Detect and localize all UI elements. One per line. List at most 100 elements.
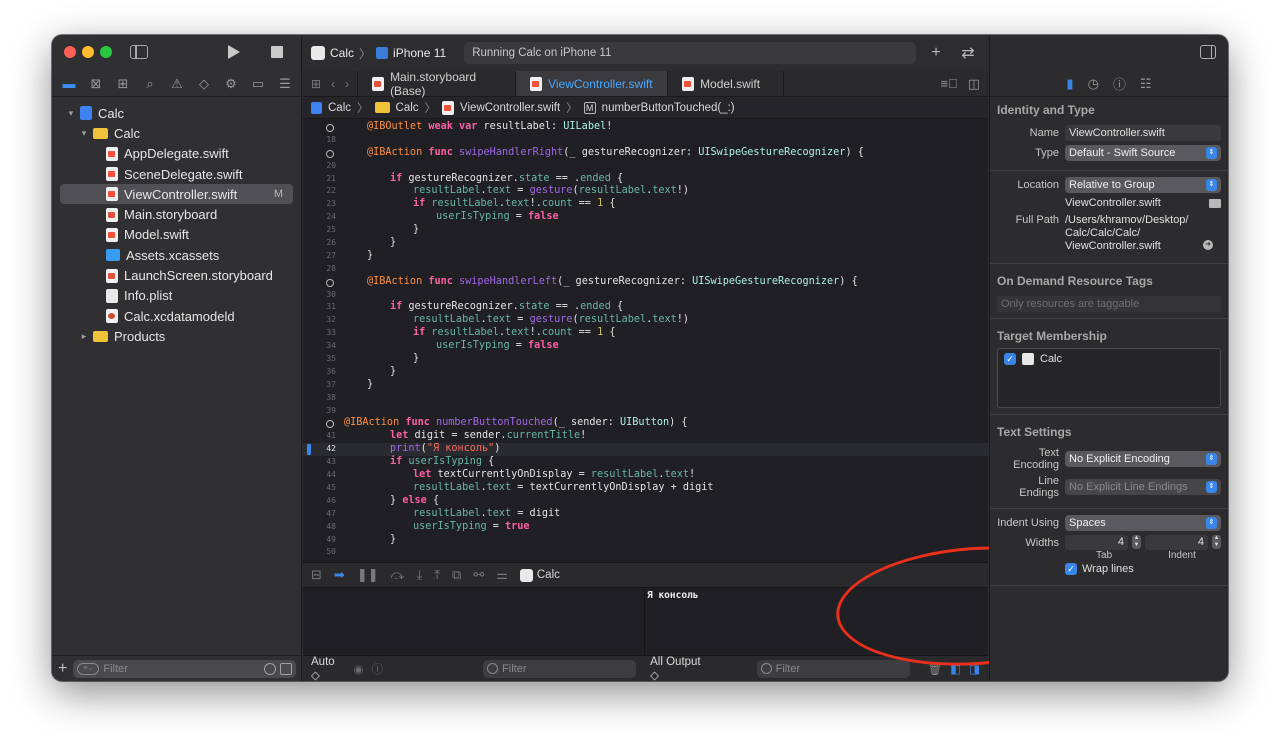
code-token: !. — [529, 198, 542, 210]
debug-navigator-icon[interactable]: ⚙ — [222, 75, 240, 93]
indent-width-field[interactable]: 4 — [1145, 535, 1208, 550]
related-items-icon[interactable]: ⊞ — [311, 77, 321, 91]
type-popup[interactable]: Default - Swift Source ⇕ — [1065, 145, 1221, 161]
connection-circle-icon[interactable] — [326, 278, 334, 287]
go-back-icon[interactable]: ‹ — [331, 77, 335, 91]
reveal-in-finder-icon[interactable]: ➜ — [1203, 240, 1213, 250]
pause-icon[interactable]: ❚❚ — [357, 567, 379, 583]
tree-item[interactable]: ▾ Calc — [52, 103, 301, 123]
connection-circle-icon[interactable] — [326, 420, 334, 429]
plist-icon — [106, 288, 118, 303]
find-navigator-icon[interactable]: ⌕ — [141, 75, 159, 93]
split-left-icon[interactable]: ◧ — [950, 662, 961, 676]
navigator-filter-field[interactable]: ≡⌄ Filter — [73, 659, 296, 678]
source-control-navigator-icon[interactable]: ⊠ — [87, 75, 105, 93]
inspector-toggle-icon[interactable] — [1200, 45, 1216, 59]
add-file-icon[interactable]: + — [58, 660, 67, 678]
checkmark-icon[interactable]: ✓ — [1004, 353, 1016, 365]
tree-item[interactable]: Main.storyboard — [52, 204, 301, 224]
tree-item[interactable]: Model.swift — [52, 225, 301, 245]
jumpbar-project[interactable]: Calc — [328, 102, 351, 114]
scheme-selector[interactable]: Calc 〉 iPhone 11 — [311, 45, 446, 62]
history-inspector-icon[interactable]: ◷ — [1088, 76, 1099, 92]
step-into-icon[interactable]: ⤓ — [417, 567, 423, 583]
memory-graph-icon[interactable]: ⚯ — [473, 567, 484, 583]
close-window-button[interactable] — [64, 46, 76, 58]
app-icon — [311, 46, 325, 60]
run-button[interactable] — [228, 45, 240, 59]
quick-help-icon[interactable]: ⓘ — [1113, 74, 1126, 93]
zoom-window-button[interactable] — [100, 46, 112, 58]
eye-icon[interactable]: ◉ — [354, 662, 364, 676]
line-endings-popup[interactable]: No Explicit Line Endings ⇕ — [1065, 479, 1221, 495]
report-navigator-icon[interactable]: ☰ — [276, 75, 294, 93]
minimize-window-button[interactable] — [82, 46, 94, 58]
tree-item[interactable]: ▾ Calc — [52, 123, 301, 143]
go-forward-icon[interactable]: › — [345, 77, 349, 91]
add-library-icon[interactable]: + — [924, 44, 948, 62]
encoding-popup[interactable]: No Explicit Encoding ⇕ — [1065, 451, 1221, 467]
tab-width-field[interactable]: 4 — [1065, 535, 1128, 550]
editor-tab[interactable]: ViewController.swift — [515, 71, 668, 96]
connection-circle-icon[interactable] — [326, 149, 334, 158]
test-navigator-icon[interactable]: ◇ — [195, 75, 213, 93]
step-out-icon[interactable]: ⤒ — [434, 567, 440, 583]
breakpoints-toggle-icon[interactable]: ➡ — [334, 567, 345, 583]
location-popup[interactable]: Relative to Group ⇕ — [1065, 177, 1221, 193]
info-icon[interactable]: ⓘ — [372, 661, 384, 677]
tab-width-stepper[interactable]: ▲ ▼ — [1132, 535, 1141, 549]
hide-debug-area-icon[interactable]: ⊟ — [311, 567, 322, 583]
issue-navigator-icon[interactable]: ⚠ — [168, 75, 186, 93]
folder-icon[interactable] — [1209, 199, 1221, 208]
sidebar-toggle-icon[interactable] — [130, 45, 148, 59]
tree-item[interactable]: SceneDelegate.swift — [52, 164, 301, 184]
tree-item[interactable]: Info.plist — [52, 286, 301, 306]
stop-button[interactable] — [271, 46, 283, 58]
tree-item[interactable]: LaunchScreen.storyboard — [52, 265, 301, 285]
source-control-filter-icon[interactable] — [280, 662, 292, 675]
code-review-icon[interactable]: ⇄ — [956, 43, 980, 63]
variables-scope-popup[interactable]: Auto ◇ — [311, 656, 346, 682]
tree-item[interactable]: AppDelegate.swift — [52, 144, 301, 164]
split-right-icon[interactable]: ◨ — [969, 662, 980, 676]
disclosure-closed-icon[interactable]: ▸ — [79, 331, 89, 342]
trash-icon[interactable]: 🗑 — [928, 662, 943, 676]
membership-row[interactable]: ✓ Calc — [1004, 353, 1214, 365]
symbol-navigator-icon[interactable]: ⊞ — [114, 75, 132, 93]
attributes-inspector-icon[interactable]: ☷ — [1140, 76, 1152, 92]
file-inspector-icon[interactable]: ▮ — [1066, 76, 1073, 92]
environment-overrides-icon[interactable]: ⚌ — [496, 567, 508, 583]
editor-options-icon[interactable]: ≡⃞ — [940, 76, 957, 91]
code-line: @IBAction func numberButtonTouched(_ sen… — [303, 417, 988, 430]
indent-width-stepper[interactable]: ▲ ▼ — [1212, 535, 1221, 549]
disclosure-open-icon[interactable]: ▾ — [79, 128, 89, 139]
tree-item[interactable]: Calc.xcdatamodeld — [52, 306, 301, 326]
source-editor[interactable]: @IBOutlet weak var resultLabel: UILabel!… — [303, 121, 988, 562]
tree-item[interactable]: Assets.xcassets — [52, 245, 301, 265]
console-view[interactable]: Я консоль — [646, 589, 988, 655]
filter-options-icon[interactable]: ≡⌄ — [77, 662, 100, 675]
disclosure-open-icon[interactable]: ▾ — [66, 108, 76, 119]
split-editor-icon[interactable]: ◫ — [968, 76, 980, 92]
editor-tab[interactable]: Model.swift — [667, 71, 783, 96]
name-field[interactable]: ViewController.swift — [1065, 125, 1221, 141]
debug-target[interactable]: Calc — [519, 568, 560, 582]
console-filter-field[interactable]: Filter — [756, 659, 910, 678]
jumpbar-group[interactable]: Calc — [396, 102, 419, 114]
jumpbar-symbol[interactable]: numberButtonTouched(_:) — [602, 102, 735, 114]
tree-item[interactable]: ViewController.swift M — [60, 184, 293, 205]
editor-tab[interactable]: Main.storyboard (Base) — [357, 70, 515, 98]
indent-using-popup[interactable]: Spaces ⇕ — [1065, 515, 1221, 531]
breakpoint-navigator-icon[interactable]: ▭ — [249, 75, 267, 93]
variables-view[interactable] — [303, 589, 645, 655]
project-navigator-icon[interactable]: ▬ — [60, 75, 78, 93]
wrap-lines-checkbox[interactable]: ✓ — [1065, 563, 1077, 575]
connection-circle-icon[interactable] — [326, 124, 334, 132]
view-hierarchy-icon[interactable]: ⧉ — [452, 567, 461, 583]
variables-filter-field[interactable]: Filter — [483, 659, 637, 678]
step-over-icon[interactable]: ⤼ — [391, 567, 405, 583]
recent-files-icon[interactable] — [264, 662, 276, 675]
jumpbar-file[interactable]: ViewController.swift — [460, 102, 560, 114]
console-output-popup[interactable]: All Output ◇ — [650, 656, 710, 682]
tree-item[interactable]: ▸ Products — [52, 326, 301, 346]
